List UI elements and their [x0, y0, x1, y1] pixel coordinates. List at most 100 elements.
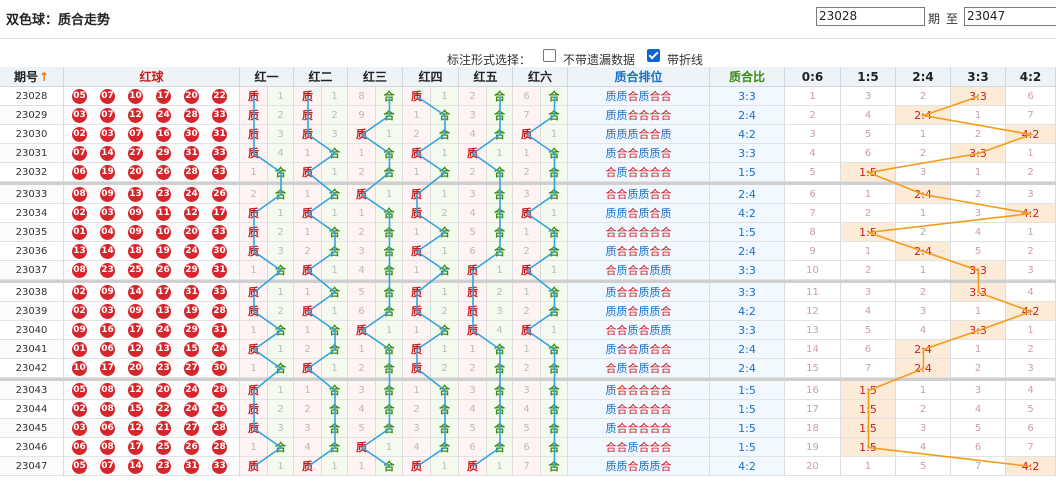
- header-period[interactable]: 期号↑: [0, 67, 64, 87]
- pos-cell-3: 合: [376, 87, 403, 106]
- pos-cell-3: 合: [376, 400, 403, 419]
- period-cell: 23041: [0, 340, 64, 359]
- pos-cell-4: 1: [431, 283, 459, 302]
- red-ball: 20: [184, 225, 199, 240]
- composite-char: 合: [649, 245, 661, 258]
- prime-char: 质: [605, 90, 617, 103]
- dist-cell-3: 3:3: [951, 144, 1006, 163]
- pos-cell-5: 1: [487, 457, 513, 476]
- dist-cell-2: 2:4: [896, 242, 951, 261]
- red-ball: 28: [212, 440, 227, 455]
- prime-char: 质: [649, 147, 661, 160]
- prime-char: 质: [660, 324, 672, 337]
- red-ball: 30: [212, 361, 227, 376]
- pos-cell-3: 合: [376, 163, 403, 182]
- pos-cell-2: 3: [322, 125, 348, 144]
- pos-cell-6: 6: [513, 87, 541, 106]
- ball-cell: 02 08 15 22 24 26: [64, 400, 240, 419]
- arrange-cell: 合质合质合合: [568, 359, 710, 378]
- pos-cell-1: 1: [240, 163, 268, 182]
- prime-char: 质: [627, 188, 639, 201]
- sort-up-icon[interactable]: ↑: [39, 70, 49, 84]
- red-ball: 26: [212, 187, 227, 202]
- line-checkbox[interactable]: [647, 49, 660, 62]
- pos-cell-2: 合: [322, 185, 348, 204]
- pos-cell-2: 合: [322, 283, 348, 302]
- dist-cell-1: 3: [841, 87, 896, 106]
- pos-cell-3: 合: [376, 144, 403, 163]
- pos-cell-2: 质: [294, 125, 322, 144]
- ball-cell: 03 07 12 24 28 33: [64, 106, 240, 125]
- dist-cell-2: 3: [896, 419, 951, 438]
- ratio-cell: 2:4: [710, 242, 785, 261]
- red-ball: 06: [100, 342, 115, 357]
- pos-cell-5: 质: [459, 144, 487, 163]
- composite-char: 合: [616, 422, 628, 435]
- red-ball: 03: [100, 304, 115, 319]
- ratio-cell: 4:2: [710, 457, 785, 476]
- pos-cell-1: 1: [268, 283, 294, 302]
- prime-char: 质: [627, 128, 639, 141]
- missing-data-checkbox[interactable]: [543, 49, 556, 62]
- red-ball: 13: [156, 304, 171, 319]
- pos-cell-3: 1: [376, 185, 403, 204]
- pos-cell-2: 质: [294, 87, 322, 106]
- red-ball: 10: [128, 89, 143, 104]
- pos-cell-4: 2: [431, 302, 459, 321]
- red-ball: 03: [100, 206, 115, 221]
- period-cell: 23033: [0, 185, 64, 204]
- range-label-qi: 期: [928, 12, 941, 26]
- prime-char: 质: [616, 264, 628, 277]
- pos-cell-2: 2: [294, 242, 322, 261]
- composite-char: 合: [660, 245, 672, 258]
- red-ball: 28: [212, 383, 227, 398]
- line-label[interactable]: 带折线: [667, 51, 703, 68]
- red-ball: 14: [100, 146, 115, 161]
- prime-char: 质: [605, 343, 617, 356]
- period-cell: 23046: [0, 438, 64, 457]
- red-ball: 13: [128, 187, 143, 202]
- pos-cell-1: 质: [240, 400, 268, 419]
- pos-cell-4: 合: [431, 125, 459, 144]
- dist-cell-2: 4: [896, 438, 951, 457]
- period-cell: 23047: [0, 457, 64, 476]
- ball-cell: 08 09 13 23 24 26: [64, 185, 240, 204]
- red-ball: 19: [156, 244, 171, 259]
- prime-char: 质: [649, 286, 661, 299]
- prime-char: 质: [627, 441, 639, 454]
- pos-cell-4: 合: [431, 400, 459, 419]
- pos-cell-5: 6: [459, 438, 487, 457]
- missing-data-label[interactable]: 不带遗漏数据: [563, 51, 635, 68]
- red-ball: 19: [100, 165, 115, 180]
- red-ball: 33: [212, 459, 227, 474]
- range-start-input[interactable]: [816, 7, 925, 26]
- prime-char: 质: [649, 324, 661, 337]
- pos-cell-3: 合: [376, 359, 403, 378]
- pos-cell-2: 质: [294, 457, 322, 476]
- red-ball: 27: [128, 146, 143, 161]
- pos-cell-1: 合: [268, 438, 294, 457]
- arrange-cell: 合合质合质质: [568, 321, 710, 340]
- pos-cell-5: 3: [487, 302, 513, 321]
- composite-char: 合: [638, 226, 650, 239]
- dist-cell-3: 3: [951, 381, 1006, 400]
- range-end-input[interactable]: [964, 7, 1056, 26]
- dist-cell-3: 3:3: [951, 283, 1006, 302]
- pos-cell-6: 质: [513, 204, 541, 223]
- pos-cell-5: 合: [487, 340, 513, 359]
- pos-cell-1: 1: [240, 261, 268, 280]
- prime-char: 质: [616, 109, 628, 122]
- red-ball: 23: [156, 459, 171, 474]
- red-ball: 20: [184, 89, 199, 104]
- red-ball: 24: [212, 342, 227, 357]
- pos-cell-5: 合: [487, 381, 513, 400]
- dist-cell-1: 5: [841, 125, 896, 144]
- dist-cell-4: 2: [1006, 163, 1056, 182]
- ratio-cell: 1:5: [710, 419, 785, 438]
- pos-cell-4: 1: [403, 223, 431, 242]
- pos-cell-1: 合: [268, 321, 294, 340]
- ratio-cell: 4:2: [710, 125, 785, 144]
- red-ball: 05: [72, 89, 87, 104]
- red-ball: 09: [100, 285, 115, 300]
- red-ball: 09: [128, 206, 143, 221]
